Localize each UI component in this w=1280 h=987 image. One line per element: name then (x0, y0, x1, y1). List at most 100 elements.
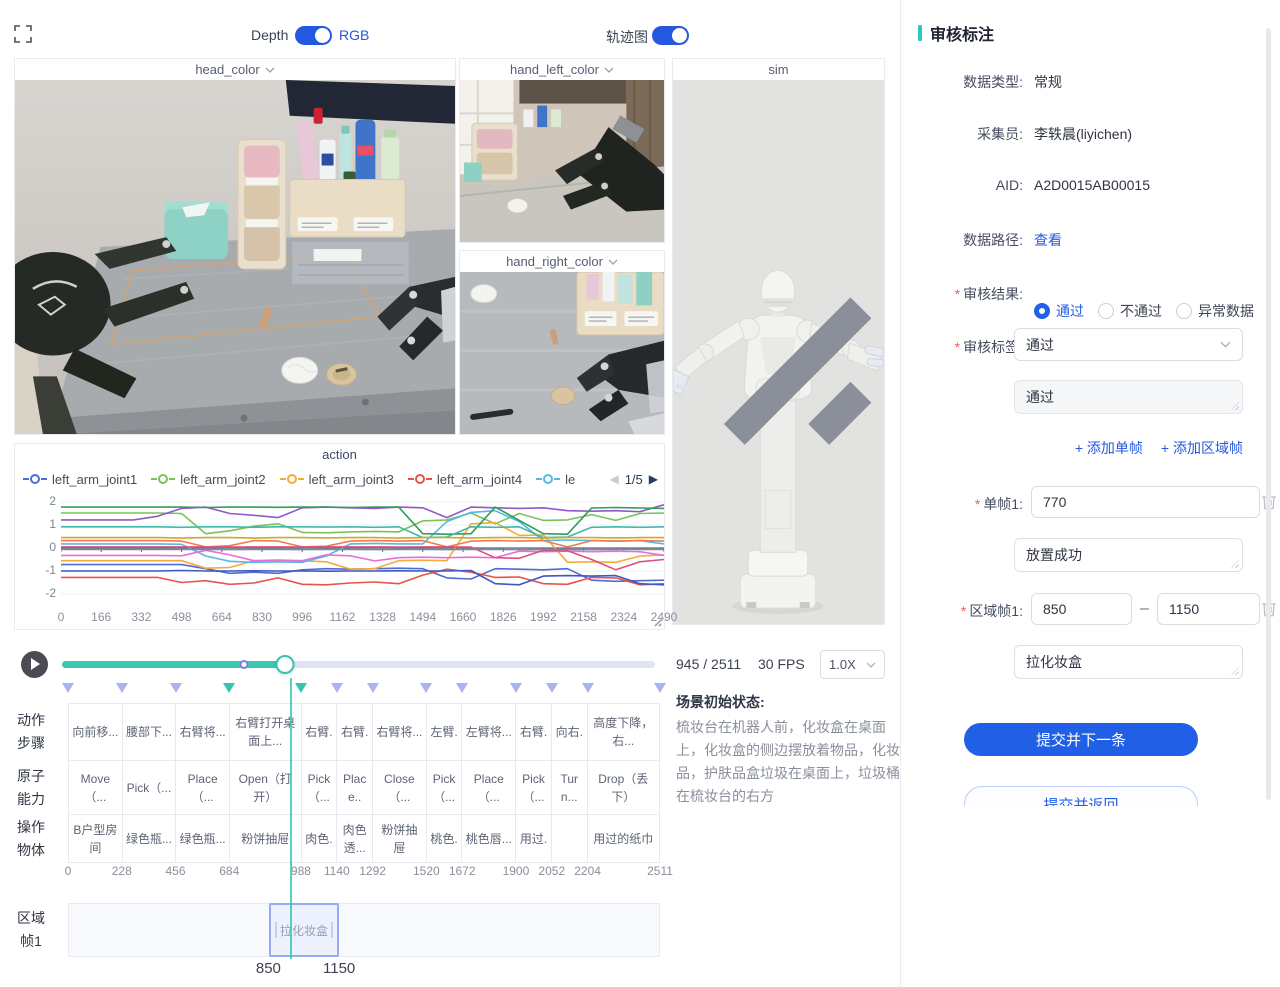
slider-handle[interactable] (276, 655, 295, 674)
segment-marker[interactable] (62, 683, 74, 693)
table-cell: 桃色唇... (462, 815, 516, 862)
table-cell: Close（... (373, 761, 427, 814)
timeline-tick-label: 0 (65, 864, 72, 878)
legend-label: left_arm_joint1 (52, 472, 137, 487)
radio-option-通过[interactable]: 通过 (1034, 301, 1084, 321)
segment-marker[interactable] (582, 683, 594, 693)
pagination-prev-icon[interactable]: ◀ (609, 472, 618, 486)
region-frame-note[interactable]: 拉化妆盒 (1014, 645, 1243, 679)
pagination-next-icon[interactable]: ▶ (649, 472, 658, 486)
y-tick-label: 0 (26, 540, 56, 554)
segment-marker[interactable] (367, 683, 379, 693)
segment-marker[interactable] (546, 683, 558, 693)
legend-item[interactable]: le (536, 472, 575, 487)
action-chart-panel: action left_arm_joint1 left_arm_joint2 l… (14, 443, 665, 630)
sim-viewport[interactable] (673, 80, 884, 624)
submit-next-button[interactable]: 提交并下一条 (964, 723, 1198, 756)
depth-rgb-toggle[interactable] (295, 26, 332, 45)
review-panel: 审核标注 数据类型:常规采集员:李轶晨(liyichen)AID:A2D0015… (900, 0, 1280, 987)
chevron-down-icon (608, 259, 618, 265)
head-camera-title[interactable]: head_color (15, 59, 455, 80)
timeline-axis: 0228456684988114012921520167219002052220… (68, 864, 660, 879)
x-tick-label: 1162 (329, 610, 355, 624)
table-cell: 绿色瓶... (123, 815, 177, 862)
segment-marker[interactable] (420, 683, 432, 693)
table-cell: Place（... (176, 761, 230, 814)
region-start-input[interactable] (1031, 593, 1132, 625)
table-row: Move（...Pick（...Place（...Open（打开）Pick（..… (69, 761, 660, 815)
row-label-atomic-ability: 原子能力 (13, 761, 49, 815)
legend-item[interactable]: left_arm_joint1 (23, 472, 137, 487)
region-frame-track[interactable]: 拉化妆盒 (68, 903, 660, 957)
table-cell: 右臂将... (373, 704, 427, 760)
annotation-review-app: Depth RGB 轨迹图 head_color (0, 0, 1280, 987)
radio-option-不通过[interactable]: 不通过 (1098, 301, 1162, 321)
table-cell: Pick（... (427, 761, 463, 814)
region-start-label: 850 (256, 960, 281, 977)
playhead-line (290, 678, 292, 959)
sim-title: sim (673, 59, 884, 80)
data-path-view-link[interactable]: 查看 (1034, 230, 1062, 250)
x-tick-label: 1826 (490, 610, 517, 624)
playback-slider[interactable] (62, 661, 655, 668)
segment-marker[interactable] (510, 683, 522, 693)
segment-marker[interactable] (116, 683, 128, 693)
timeline-tick-label: 1900 (503, 864, 530, 878)
y-tick-label: -2 (26, 586, 56, 600)
submit-return-button[interactable]: 提交并返回 (964, 786, 1198, 806)
table-cell: 右臂. (516, 704, 552, 760)
chevron-down-icon (866, 662, 876, 668)
resize-handle-icon[interactable] (673, 80, 882, 622)
table-row: B户型房间绿色瓶...绿色瓶...粉饼抽屉肉色.肉色透...粉饼抽屉桃色.桃色唇… (69, 815, 660, 863)
hand-right-camera-title[interactable]: hand_right_color (460, 251, 664, 272)
row-label-operated-object: 操作物体 (13, 815, 49, 863)
legend-item[interactable]: left_arm_joint3 (280, 472, 394, 487)
radio-option-异常数据[interactable]: 异常数据 (1176, 301, 1254, 321)
scrollbar[interactable] (1266, 28, 1271, 800)
legend-item[interactable]: left_arm_joint2 (151, 472, 265, 487)
table-cell: 绿色瓶... (176, 815, 230, 862)
speed-select[interactable]: 1.0X (820, 650, 885, 679)
fullscreen-icon[interactable] (14, 25, 32, 43)
hand-left-camera-feed (460, 80, 664, 242)
table-cell: 肉色. (302, 815, 338, 862)
segment-marker[interactable] (456, 683, 468, 693)
x-tick-label: 664 (212, 610, 232, 624)
review-panel-header: 审核标注 (918, 21, 994, 45)
add-single-frame-link[interactable]: + 添加单帧 (1075, 438, 1143, 458)
trajectory-label: 轨迹图 (606, 27, 648, 47)
segment-marker[interactable] (654, 683, 666, 693)
region-end-input[interactable] (1157, 593, 1260, 625)
x-tick-label: 1494 (409, 610, 436, 624)
play-button[interactable] (21, 651, 48, 678)
single-frame-label: *单帧1: (918, 494, 1023, 514)
segment-marker[interactable] (223, 683, 235, 693)
table-cell: 右臂. (337, 704, 373, 760)
hand-left-camera-title[interactable]: hand_left_color (460, 59, 664, 80)
table-cell: Drop（丢下） (588, 761, 660, 814)
legend-item[interactable]: left_arm_joint4 (408, 472, 522, 487)
single-frame-input[interactable] (1031, 486, 1260, 518)
segment-marker[interactable] (170, 683, 182, 693)
timeline-tick-label: 2511 (647, 864, 673, 878)
trajectory-toggle[interactable] (652, 26, 689, 45)
field-value: A2D0015AB00015 (1034, 177, 1150, 193)
segment-markers (68, 683, 660, 697)
segment-marker[interactable] (331, 683, 343, 693)
single-frame-note[interactable]: 放置成功 (1014, 538, 1243, 572)
segment-marker[interactable] (295, 683, 307, 693)
single-frame-marker[interactable] (239, 660, 248, 669)
review-tag-note[interactable]: 通过 (1014, 380, 1243, 414)
review-tag-select[interactable]: 通过 (1014, 328, 1243, 361)
timeline-tick-label: 1140 (324, 864, 350, 878)
chevron-down-icon (1220, 341, 1231, 348)
timeline-tick-label: 1292 (359, 864, 386, 878)
required-asterisk: * (955, 286, 960, 302)
add-region-frame-link[interactable]: + 添加区域帧 (1161, 438, 1243, 458)
hand-right-camera-panel: hand_right_color (459, 250, 665, 435)
region-frame-block[interactable]: 拉化妆盒 (269, 903, 339, 957)
region-end-label: 1150 (323, 960, 355, 977)
y-tick-label: -1 (26, 563, 56, 577)
region-block-label: 拉化妆盒 (280, 922, 328, 939)
resize-handle-icon[interactable] (652, 617, 662, 627)
